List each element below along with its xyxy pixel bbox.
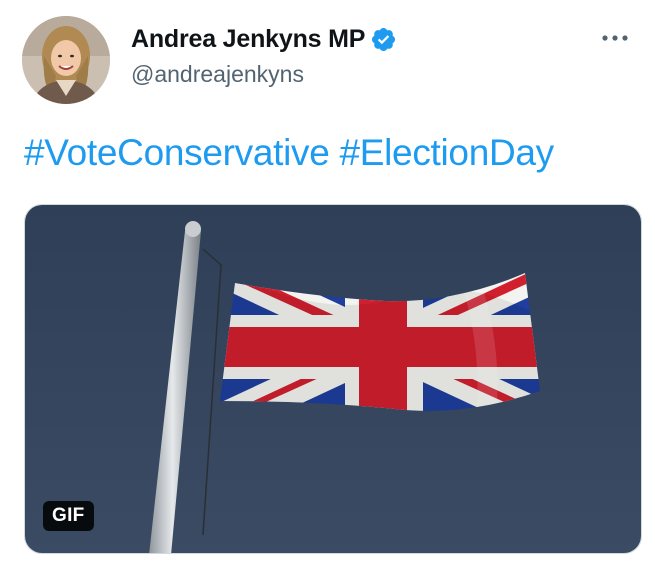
avatar-image <box>22 16 110 104</box>
gif-media[interactable]: GIF <box>24 204 642 554</box>
tweet-card: Andrea Jenkyns MP @andreajenkyns #VoteCo… <box>0 0 655 576</box>
verified-badge-icon <box>370 26 397 53</box>
union-jack-flag-image <box>25 205 641 553</box>
more-dots-icon <box>602 35 628 41</box>
hashtag-link[interactable]: #ElectionDay <box>339 132 554 173</box>
author-handle[interactable]: @andreajenkyns <box>131 61 304 88</box>
author-name-row: Andrea Jenkyns MP <box>131 24 397 54</box>
author-display-name[interactable]: Andrea Jenkyns MP <box>131 25 365 54</box>
avatar[interactable] <box>22 16 110 104</box>
more-options-button[interactable] <box>597 22 633 52</box>
tweet-text: #VoteConservative #ElectionDay <box>24 132 554 174</box>
hashtag-link[interactable]: #VoteConservative <box>24 132 330 173</box>
gif-badge: GIF <box>43 501 94 531</box>
